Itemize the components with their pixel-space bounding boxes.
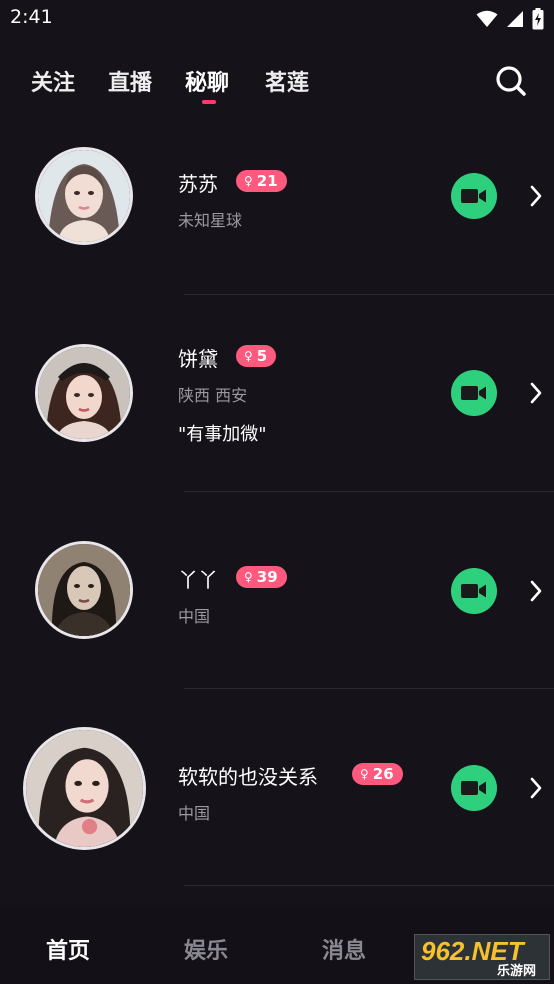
level-value: 26	[372, 765, 394, 783]
user-list-item[interactable]: 苏苏 ♀ 21 未知星球	[0, 98, 554, 294]
video-call-button[interactable]	[451, 568, 497, 614]
status-icons	[476, 7, 544, 31]
avatar-portrait	[38, 347, 130, 439]
user-list-item[interactable]: 饼黛 ♀ 5 陕西 西安 "有事加微"	[0, 295, 554, 491]
level-value: 5	[256, 347, 268, 365]
user-signature: "有事加微"	[178, 424, 267, 445]
bottom-tab-messages[interactable]: 消息	[322, 933, 366, 965]
video-camera-icon	[461, 781, 486, 795]
user-location: 中国	[178, 804, 211, 823]
status-time: 2:41	[10, 6, 53, 28]
watermark-subtext: 乐游网	[497, 964, 537, 979]
chevron-right-icon[interactable]	[527, 381, 545, 405]
user-list-item[interactable]: 丫丫 ♀ 39 中国	[0, 492, 554, 688]
tab-live[interactable]: 直播	[108, 65, 152, 97]
watermark-logo: 962.NET 乐游网	[414, 934, 550, 980]
user-name: 丫丫	[178, 568, 218, 592]
cellular-signal-icon	[507, 11, 523, 27]
tab-secret-chat[interactable]: 秘聊	[185, 65, 229, 97]
video-camera-icon	[461, 189, 486, 203]
level-value: 21	[256, 172, 278, 190]
chevron-right-icon[interactable]	[527, 776, 545, 800]
bottom-tab-home[interactable]: 首页	[46, 933, 90, 965]
battery-charging-icon	[532, 8, 544, 30]
search-icon	[496, 66, 526, 96]
avatar-portrait	[26, 730, 143, 847]
avatar-portrait	[38, 150, 130, 242]
bottom-tab-entertainment[interactable]: 娱乐	[184, 933, 228, 965]
video-call-button[interactable]	[451, 173, 497, 219]
user-location: 中国	[178, 607, 211, 626]
user-name: 苏苏	[178, 172, 218, 196]
search-button[interactable]	[494, 64, 528, 98]
tab-lotus[interactable]: 茗莲	[265, 65, 309, 97]
level-value: 39	[256, 568, 278, 586]
user-name: 饼黛	[178, 347, 218, 371]
level-badge: ♀ 21	[236, 170, 287, 192]
chevron-right-icon[interactable]	[527, 184, 545, 208]
level-badge: ♀ 39	[236, 566, 287, 588]
level-badge: ♀ 5	[236, 345, 277, 367]
video-call-button[interactable]	[451, 370, 497, 416]
chevron-right-icon[interactable]	[527, 579, 545, 603]
user-location: 未知星球	[178, 211, 243, 230]
tab-follow[interactable]: 关注	[31, 65, 75, 97]
wifi-icon	[476, 10, 498, 27]
female-icon: ♀	[244, 570, 253, 584]
avatar[interactable]	[35, 344, 133, 442]
avatar[interactable]	[23, 727, 146, 850]
avatar[interactable]	[35, 541, 133, 639]
female-icon: ♀	[360, 767, 369, 781]
level-badge: ♀ 26	[352, 763, 403, 785]
avatar-portrait	[38, 544, 130, 636]
video-camera-icon	[461, 386, 486, 400]
user-name: 软软的也没关系	[178, 765, 318, 789]
video-camera-icon	[461, 584, 486, 598]
female-icon: ♀	[244, 349, 253, 363]
video-call-button[interactable]	[451, 765, 497, 811]
user-list-item[interactable]: 软软的也没关系 ♀ 26 中国	[0, 689, 554, 885]
avatar[interactable]	[35, 147, 133, 245]
female-icon: ♀	[244, 174, 253, 188]
list-divider	[184, 885, 554, 886]
user-location: 陕西 西安	[178, 386, 248, 405]
status-bar: 2:41	[0, 0, 554, 38]
